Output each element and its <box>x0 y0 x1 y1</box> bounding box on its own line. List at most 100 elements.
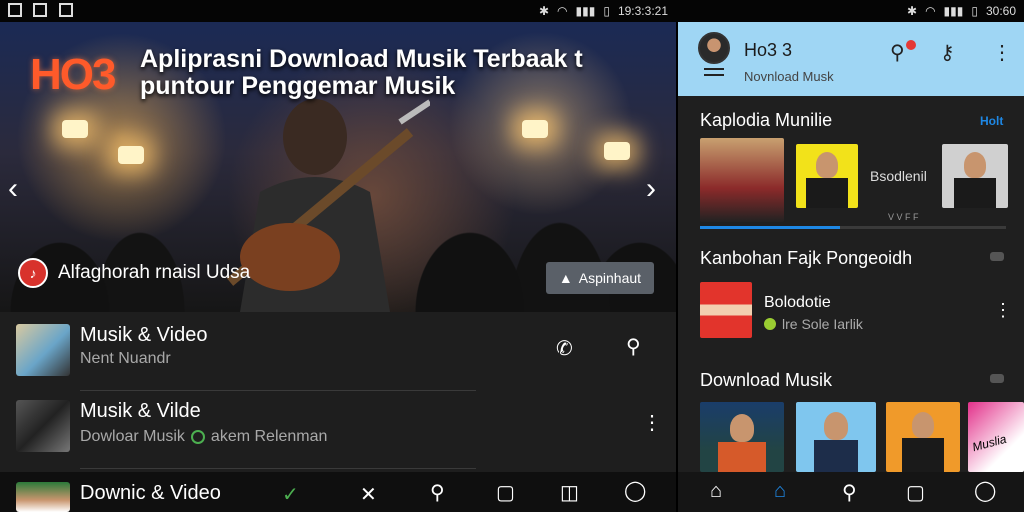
divider <box>80 468 476 469</box>
menu-icon[interactable] <box>704 74 724 76</box>
list-item[interactable]: Musik & Vilde Dowloar Musik akem Relenma… <box>0 390 676 468</box>
section-title: Download Musik <box>700 370 833 390</box>
app-header: Ho3 3 Novnload Musk ⚲ ⚷ ⋮ <box>678 22 1024 96</box>
carousel-progress <box>700 226 840 229</box>
gallery-icon[interactable]: ◫ <box>560 480 579 505</box>
stage-light <box>118 146 144 164</box>
home-icon[interactable]: ⌂ <box>774 480 786 503</box>
list-thumb <box>16 400 70 452</box>
home-icon[interactable]: ⌂ <box>710 480 722 503</box>
list-item-subtitle: Nent Nuandr <box>80 350 171 368</box>
notification-icon <box>8 2 22 17</box>
profile-icon[interactable]: ◯ <box>974 478 996 503</box>
music-card[interactable] <box>796 402 876 472</box>
list-item-title: Musik & Vilde <box>80 400 201 422</box>
hero-title: Apliprasni Download Musik Terbaak t punt… <box>140 45 583 100</box>
list-item-subtitle-text: Nent Nuandr <box>80 350 171 367</box>
section-title: Kanbohan Fajk Pongeoidh <box>700 248 913 268</box>
status-right-icons: ✱ ◠ ▮▮▮ ▯ 19:3:3:21 <box>539 4 668 18</box>
apply-button[interactable]: ▲ Aspinhaut <box>546 262 654 294</box>
app-screen: ✱ ◠ ▮▮▮ ▯ 19:3:3:21 ✱ ◠ ▮▮▮ ▯ 30:60 HO3 … <box>0 0 1024 512</box>
more-vert-icon[interactable]: ⋮ <box>994 300 1012 321</box>
music-badge-icon: ♪ <box>18 258 48 288</box>
media-list: Musik & Video Nent Nuandr ✆ ⚲ Musik & Vi… <box>0 312 676 472</box>
section-link[interactable]: Holt <box>980 114 1003 128</box>
artist-shirt <box>902 438 944 472</box>
artist-face <box>964 152 986 178</box>
artist-face <box>912 412 934 438</box>
search-icon[interactable]: ⚲ <box>430 480 445 505</box>
status-time: 19:3:3:21 <box>617 4 668 18</box>
list-thumb <box>16 324 70 376</box>
stage-light <box>62 120 88 138</box>
battery-icon: ▯ <box>971 4 978 18</box>
hero-banner[interactable]: HO3 Apliprasni Download Musik Terbaak t … <box>0 22 676 312</box>
item-sub-text: lre Sole Iarlik <box>782 316 863 332</box>
avatar[interactable] <box>698 32 730 64</box>
square-icon[interactable]: ▢ <box>906 480 925 505</box>
status-dot-icon <box>764 318 776 330</box>
search-icon[interactable]: ⚲ <box>890 40 905 65</box>
notification-icon <box>58 2 73 17</box>
artist-shirt <box>806 178 848 208</box>
more-vert-icon[interactable]: ⋮ <box>992 40 1012 65</box>
status-bar-left: ✱ ◠ ▮▮▮ ▯ 19:3:3:21 <box>0 0 676 22</box>
apply-button-label: Aspinhaut <box>578 270 642 286</box>
app-subtitle: Novnload Musk <box>744 69 834 84</box>
wifi-icon: ◠ <box>557 4 568 18</box>
list-item-subtitle: Dowloar Musik akem Relenman <box>80 428 327 446</box>
artist-shirt <box>718 442 766 472</box>
music-card[interactable] <box>700 402 784 472</box>
close-icon[interactable]: ✕ <box>360 482 377 507</box>
play-icon: ▲ <box>558 270 573 286</box>
right-panel: Ho3 3 Novnload Musk ⚲ ⚷ ⋮ Kaplodia Munil… <box>676 22 1024 512</box>
card-tag: V V F F <box>888 212 919 222</box>
music-card[interactable]: Muslia <box>968 402 1024 472</box>
list-thumb <box>16 482 70 512</box>
list-item-title[interactable]: Downic & Video <box>80 482 221 505</box>
status-bar-right: ✱ ◠ ▮▮▮ ▯ 30:60 <box>676 0 1024 22</box>
search-icon[interactable]: ⚲ <box>842 480 857 505</box>
music-card[interactable] <box>886 402 960 472</box>
key-icon[interactable]: ⚷ <box>940 40 955 65</box>
card-label: Bsodlenil <box>870 168 927 184</box>
square-icon[interactable]: ▢ <box>496 480 515 505</box>
hero-footer-text: Alfaghorah rnaisl Udsa <box>58 262 251 283</box>
status-left-icons <box>8 2 81 20</box>
phone-icon[interactable]: ✆ <box>556 336 573 361</box>
bottom-nav-left: Downic & Video ✓ ✕ ⚲ ▢ ◫ ◯ <box>0 472 676 512</box>
stage-light <box>604 142 630 160</box>
list-item[interactable]: Musik & Video Nent Nuandr ✆ ⚲ <box>0 312 676 390</box>
section-title: Kaplodia Munilie <box>700 110 833 130</box>
item-title: Bolodotie <box>764 294 831 311</box>
list-item-subtitle-text: Dowloar Musik <box>80 428 185 445</box>
section-toggle[interactable] <box>990 374 1004 383</box>
music-card[interactable] <box>942 144 1008 208</box>
music-card[interactable] <box>796 144 858 208</box>
hero-footer: ♪ Alfaghorah rnaisl Udsa <box>18 258 250 288</box>
section-toggle[interactable] <box>990 252 1004 261</box>
search-icon[interactable]: ⚲ <box>626 334 641 359</box>
artist-shirt <box>954 178 996 208</box>
bluetooth-icon: ✱ <box>907 4 918 18</box>
check-icon[interactable]: ✓ <box>282 482 299 507</box>
stage-light <box>522 120 548 138</box>
more-vert-icon[interactable]: ⋮ <box>642 410 662 435</box>
profile-icon[interactable]: ◯ <box>624 478 646 503</box>
status-dot-icon <box>190 430 205 444</box>
artist-face <box>824 412 848 440</box>
signal-icon: ▮▮▮ <box>943 4 964 18</box>
chevron-left-icon[interactable]: ‹ <box>8 172 18 206</box>
battery-icon: ▯ <box>603 4 610 18</box>
music-card[interactable] <box>700 138 784 222</box>
list-item-extra: akem Relenman <box>210 428 328 445</box>
notification-badge <box>906 40 916 50</box>
hero-logo: HO3 <box>30 50 116 99</box>
chevron-right-icon[interactable]: › <box>646 172 656 206</box>
artist-shirt <box>814 440 858 472</box>
item-sub: lre Sole Iarlik <box>764 316 863 332</box>
wifi-icon: ◠ <box>925 4 936 18</box>
notification-icon <box>33 2 48 17</box>
music-card[interactable] <box>700 282 752 338</box>
artist-face <box>816 152 838 178</box>
